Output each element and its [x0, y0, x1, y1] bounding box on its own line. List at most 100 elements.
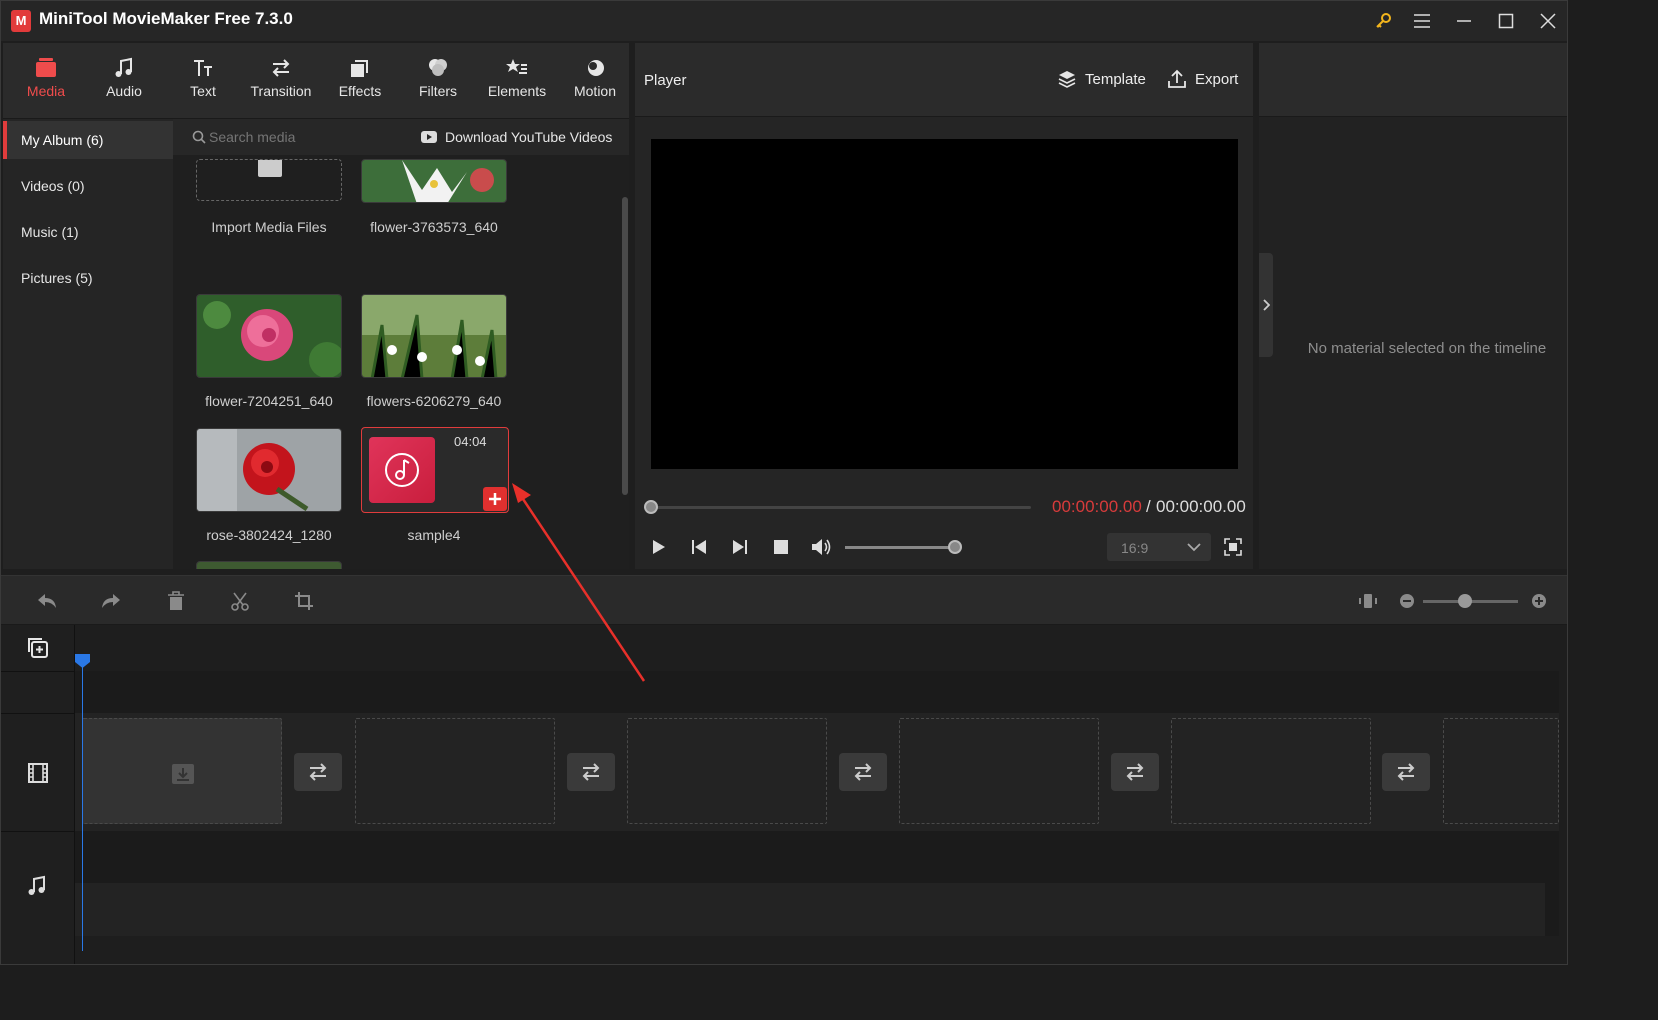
- player-panel: Player Template Export 00:00:00.00 / 00:…: [635, 43, 1253, 569]
- app-logo: M: [11, 10, 31, 32]
- media-thumbnail[interactable]: [196, 294, 342, 378]
- audio-track-icon: [27, 875, 47, 897]
- video-track-icon: [27, 762, 49, 784]
- media-thumbnail[interactable]: [196, 428, 342, 512]
- template-button[interactable]: Template: [1057, 69, 1146, 89]
- audio-track[interactable]: [75, 831, 1559, 936]
- tab-effects[interactable]: Effects: [321, 43, 399, 119]
- zoom-in-icon[interactable]: [1527, 590, 1551, 612]
- tab-audio-label: Audio: [106, 83, 142, 99]
- timeline-drop-slot[interactable]: [627, 718, 827, 824]
- download-youtube-button[interactable]: Download YouTube Videos: [445, 129, 612, 145]
- sidebar-item-pictures[interactable]: Pictures (5): [3, 259, 173, 297]
- properties-header: [1259, 43, 1567, 117]
- overlay-track[interactable]: [75, 671, 1559, 713]
- tab-motion[interactable]: Motion: [556, 43, 634, 119]
- transition-slot[interactable]: [839, 753, 887, 791]
- undo-icon[interactable]: [35, 590, 59, 612]
- tab-filters[interactable]: Filters: [399, 43, 477, 119]
- transition-icon: [309, 763, 327, 781]
- tab-text-label: Text: [190, 83, 216, 99]
- timeline-drop-slot[interactable]: [355, 718, 555, 824]
- sidebar-item-videos[interactable]: Videos (0): [3, 167, 173, 205]
- minimize-icon[interactable]: [1449, 7, 1479, 35]
- export-button[interactable]: Export: [1167, 69, 1238, 89]
- drop-media-icon: [171, 761, 195, 785]
- nav-tabs: Media Audio Text Transition Effects Filt…: [3, 43, 629, 119]
- delete-icon[interactable]: [164, 590, 188, 612]
- previous-frame-icon[interactable]: [690, 538, 708, 556]
- play-icon[interactable]: [649, 538, 667, 556]
- tab-motion-label: Motion: [573, 83, 617, 99]
- next-frame-icon[interactable]: [731, 538, 749, 556]
- transition-slot[interactable]: [1111, 753, 1159, 791]
- stop-icon[interactable]: [772, 538, 790, 556]
- media-thumbnail[interactable]: [361, 159, 507, 203]
- audio-waveform-icon[interactable]: [1356, 590, 1380, 612]
- track-headers: [1, 625, 75, 964]
- transition-icon: [1397, 763, 1415, 781]
- add-track-icon[interactable]: [27, 637, 49, 659]
- playhead-handle[interactable]: [74, 653, 91, 669]
- zoom-out-icon[interactable]: [1395, 590, 1419, 612]
- player-title: Player: [644, 72, 687, 89]
- playhead-line[interactable]: [82, 661, 83, 951]
- fullscreen-icon[interactable]: [1224, 538, 1242, 556]
- tab-media[interactable]: Media: [7, 43, 85, 119]
- player-header: Player Template Export: [635, 43, 1253, 117]
- media-thumbnail-selected[interactable]: 04:04: [361, 427, 509, 513]
- transition-slot[interactable]: [567, 753, 615, 791]
- properties-panel: No material selected on the timeline: [1259, 43, 1567, 569]
- collapse-panel-button[interactable]: [1259, 253, 1273, 357]
- seek-bar[interactable]: [651, 506, 1031, 509]
- split-icon[interactable]: [228, 590, 252, 612]
- crop-icon[interactable]: [292, 590, 316, 612]
- timeline-drop-slot[interactable]: [899, 718, 1099, 824]
- search-input[interactable]: [209, 127, 359, 147]
- media-thumbnail[interactable]: [196, 561, 342, 569]
- transition-icon: [582, 763, 600, 781]
- volume-icon[interactable]: [810, 537, 832, 557]
- media-scrollbar[interactable]: [622, 197, 628, 495]
- media-thumbnail[interactable]: [361, 294, 507, 378]
- tab-elements-label: Elements: [487, 83, 547, 99]
- menu-icon[interactable]: [1407, 7, 1437, 35]
- time-separator: /: [1146, 497, 1151, 516]
- zoom-handle[interactable]: [1458, 594, 1472, 608]
- sidebar-item-my-album[interactable]: My Album (6): [3, 121, 173, 159]
- tab-transition[interactable]: Transition: [242, 43, 320, 119]
- transition-icon: [1126, 763, 1144, 781]
- tab-filters-label: Filters: [418, 83, 458, 99]
- search-icon: [192, 130, 206, 144]
- export-icon: [1168, 69, 1186, 88]
- import-media-tile[interactable]: [196, 159, 342, 201]
- timeline-ruler[interactable]: [75, 625, 1559, 671]
- chevron-right-icon: [1263, 299, 1270, 311]
- audio-file-icon: [369, 437, 435, 503]
- redo-icon[interactable]: [99, 590, 123, 612]
- volume-slider[interactable]: [845, 546, 955, 549]
- timeline-drop-slot[interactable]: [1443, 718, 1559, 824]
- aspect-ratio-select[interactable]: 16:9: [1107, 533, 1211, 561]
- maximize-icon[interactable]: [1491, 7, 1521, 35]
- aspect-ratio-value: 16:9: [1121, 540, 1149, 556]
- media-caption: sample4: [407, 527, 461, 543]
- close-icon[interactable]: [1533, 7, 1563, 35]
- add-to-timeline-button[interactable]: [483, 487, 507, 511]
- elements-icon: [506, 59, 527, 74]
- seek-handle[interactable]: [644, 500, 658, 514]
- license-key-icon[interactable]: [1368, 7, 1398, 35]
- tab-elements[interactable]: Elements: [478, 43, 556, 119]
- timeline-drop-slot[interactable]: [1171, 718, 1371, 824]
- media-caption: flowers-6206279_640: [366, 393, 502, 409]
- tab-text[interactable]: Text: [164, 43, 242, 119]
- transition-icon: [272, 59, 290, 77]
- sidebar-item-music[interactable]: Music (1): [3, 213, 173, 251]
- volume-handle[interactable]: [948, 540, 962, 554]
- properties-empty-message: No material selected on the timeline: [1307, 340, 1547, 357]
- transition-slot[interactable]: [294, 753, 342, 791]
- media-panel: Media Audio Text Transition Effects Filt…: [3, 43, 629, 569]
- tab-audio[interactable]: Audio: [85, 43, 163, 119]
- timeline-drop-slot[interactable]: [82, 718, 282, 824]
- transition-slot[interactable]: [1382, 753, 1430, 791]
